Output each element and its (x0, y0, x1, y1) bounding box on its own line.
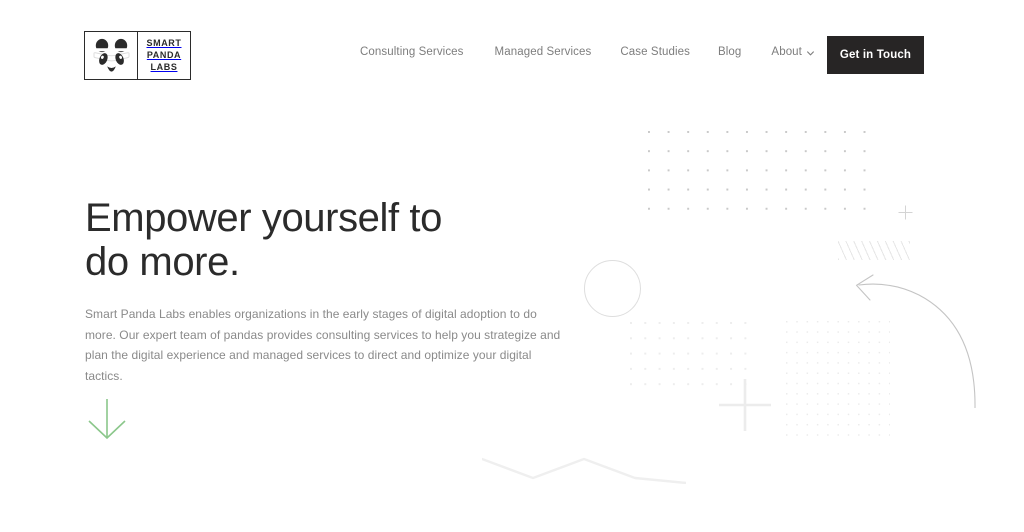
hero-title-line-2: do more. (85, 240, 240, 284)
site-logo[interactable]: SMART PANDA LABS (84, 31, 191, 80)
main-navigation: Consulting Services Managed Services Cas… (360, 46, 814, 58)
arrow-down-icon[interactable] (86, 398, 128, 440)
nav-item-about[interactable]: About (771, 46, 814, 58)
curved-arrow-icon (845, 273, 987, 409)
logo-line-1: SMART (146, 38, 182, 48)
circle-outline-shape (584, 260, 641, 317)
nav-label: Consulting Services (360, 46, 464, 58)
panda-face-logo-icon (85, 32, 138, 79)
nav-label: Blog (718, 46, 742, 58)
hero-section: Empower yourself to do more. Smart Panda… (85, 196, 585, 386)
dot-grid-right (786, 321, 890, 436)
nav-item-blog[interactable]: Blog (718, 46, 741, 58)
zigzag-line-icon (480, 452, 688, 485)
plus-large-icon (719, 379, 771, 431)
nav-label: Managed Services (494, 46, 592, 58)
hero-description: Smart Panda Labs enables organizations i… (85, 307, 561, 383)
logo-wordmark: SMART PANDA LABS (138, 32, 190, 79)
hero-page: SMART PANDA LABS Consulting Services Man… (0, 0, 1024, 532)
logo-line-2: PANDA (146, 50, 182, 60)
nav-item-managed-services[interactable]: Managed Services (495, 46, 592, 58)
page-title: Empower yourself to do more. (85, 196, 585, 284)
site-header: SMART PANDA LABS Consulting Services Man… (0, 0, 1024, 110)
dot-grid-top-right (648, 131, 874, 217)
chevron-down-icon (807, 48, 814, 55)
hero-title-line-1: Empower yourself to (85, 196, 442, 240)
nav-item-case-studies[interactable]: Case Studies (620, 46, 690, 58)
nav-label: About (771, 46, 802, 58)
nav-item-consulting-services[interactable]: Consulting Services (360, 46, 464, 58)
dot-grid-middle (630, 322, 750, 386)
plus-small-icon (898, 205, 913, 220)
diagonal-hatch-lines (838, 241, 910, 260)
logo-line-3: LABS (150, 62, 178, 72)
nav-label: Case Studies (620, 46, 690, 58)
get-in-touch-button[interactable]: Get in Touch (827, 36, 924, 74)
